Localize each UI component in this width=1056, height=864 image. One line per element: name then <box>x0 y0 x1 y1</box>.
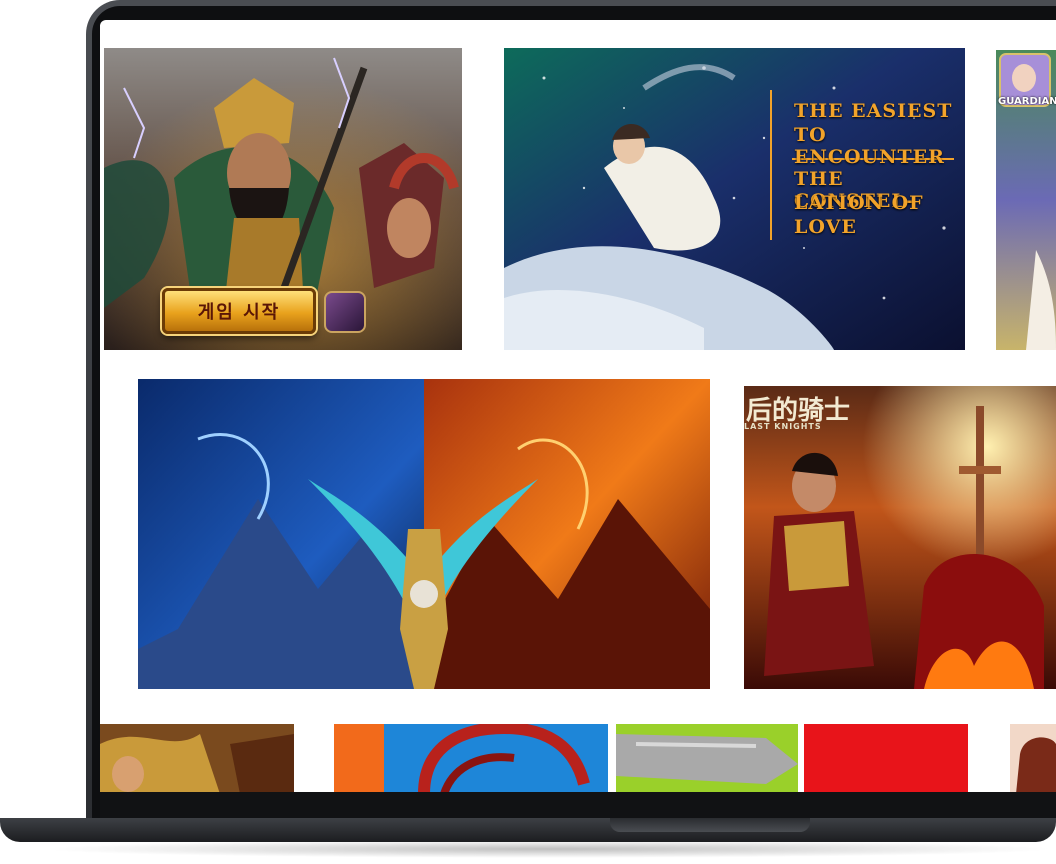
game-tile-guardian[interactable]: GUARDIAN <box>996 50 1056 350</box>
row3-3-artwork <box>616 724 798 794</box>
constellation-subtitle-line2: LATION OF <box>794 192 924 214</box>
laptop-shadow <box>40 840 1056 858</box>
last-knights-artwork <box>744 386 1056 689</box>
game-tile-fire-ice[interactable] <box>138 379 710 689</box>
laptop-base <box>0 818 1056 842</box>
laptop-screen: 게임 시작 THE EASIEST TO ENCOUNTER THE CONST… <box>100 20 1056 794</box>
constellation-title-line1: THE EASIEST <box>794 100 953 122</box>
screen-bottom-bezel <box>100 792 1056 818</box>
game-tile-row3-3[interactable] <box>616 724 798 794</box>
guardian-label: GUARDIAN <box>998 96 1056 107</box>
game-app-icon[interactable] <box>324 291 366 333</box>
game-tile-row3-1[interactable] <box>100 724 294 794</box>
guardian-artwork <box>996 50 1056 350</box>
constellation-subtitle-line3: LOVE <box>794 216 857 238</box>
start-game-button[interactable]: 게임 시작 <box>162 288 316 334</box>
game-tile-constellation[interactable]: THE EASIEST TO ENCOUNTER THE CONSTEL- LA… <box>504 48 965 350</box>
row3-2-artwork <box>334 724 608 794</box>
row3-4-artwork <box>804 724 968 794</box>
title-divider-top <box>770 90 772 240</box>
fire-ice-artwork <box>138 379 710 689</box>
game-tile-warlord[interactable]: 게임 시작 <box>104 48 462 350</box>
row3-1-artwork <box>100 724 294 794</box>
row3-5-artwork <box>1010 724 1056 794</box>
laptop-opening-notch <box>610 818 810 832</box>
game-tile-row3-4[interactable] <box>804 724 968 794</box>
game-tile-row3-2[interactable] <box>334 724 608 794</box>
game-tile-last-knights[interactable]: 后的骑士 LAST KNIGHTS <box>744 386 1056 689</box>
last-knights-en-title: LAST KNIGHTS <box>744 422 822 431</box>
constellation-title-line2: TO ENCOUNTER <box>794 124 945 168</box>
game-tile-row3-5[interactable] <box>1010 724 1056 794</box>
